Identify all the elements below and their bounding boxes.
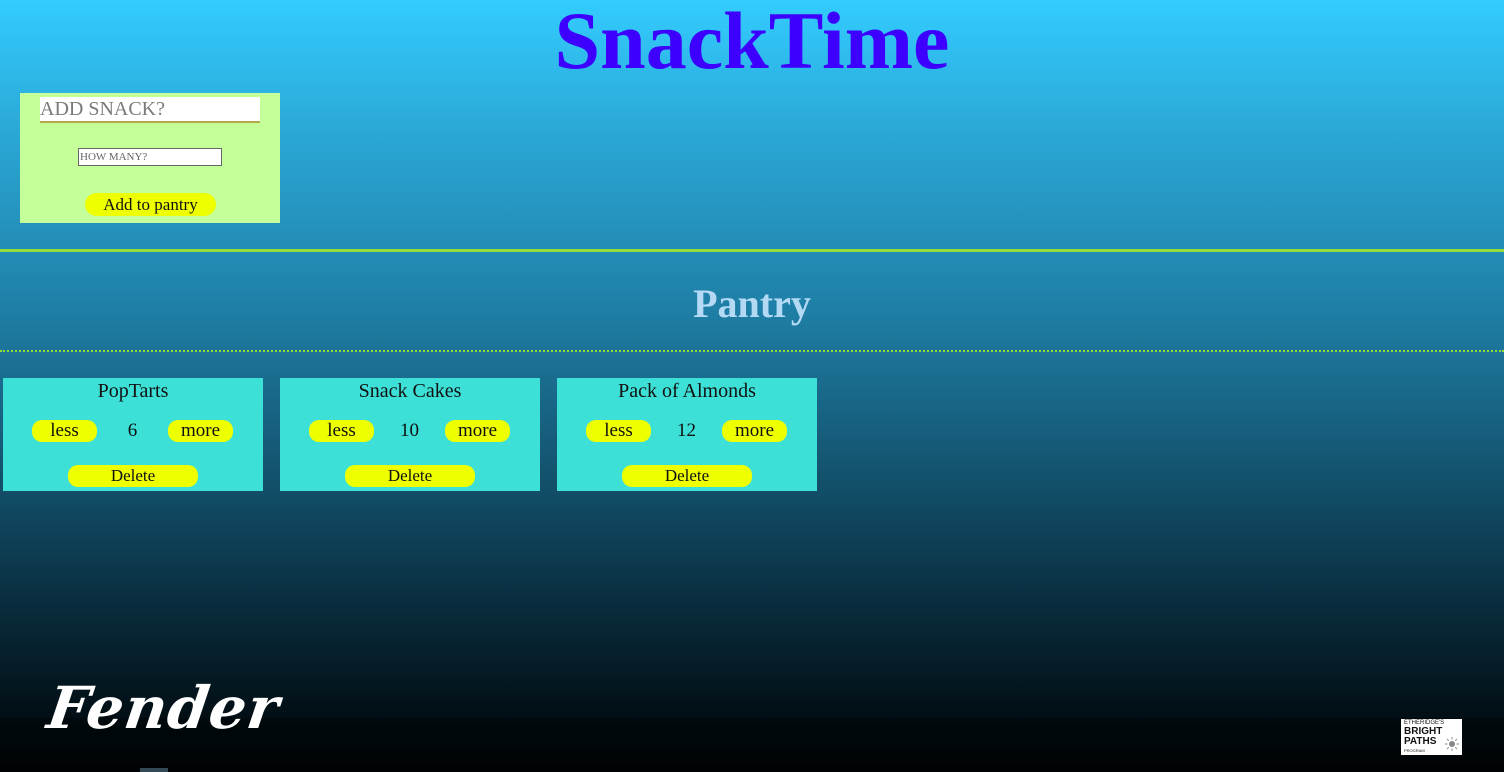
increase-button[interactable]: more bbox=[722, 420, 787, 442]
badge-bottom-text: PROGRAM bbox=[1404, 748, 1425, 753]
item-name: Snack Cakes bbox=[358, 380, 462, 402]
decrease-button[interactable]: less bbox=[32, 420, 97, 442]
section-divider bbox=[0, 249, 1504, 252]
pantry-heading: Pantry bbox=[693, 281, 811, 326]
pantry-divider bbox=[0, 350, 1504, 352]
item-count: 6 bbox=[127, 420, 138, 441]
quantity-input[interactable] bbox=[78, 148, 222, 166]
delete-button[interactable]: Delete bbox=[622, 465, 752, 487]
sun-icon bbox=[1445, 737, 1459, 751]
decrease-button[interactable]: less bbox=[309, 420, 374, 442]
delete-button[interactable]: Delete bbox=[345, 465, 475, 487]
pantry-item-card: Pack of Almonds less 12 more Delete bbox=[557, 378, 817, 491]
fender-logo[interactable]: Fender bbox=[43, 674, 284, 744]
decrease-button[interactable]: less bbox=[586, 420, 651, 442]
bright-paths-badge[interactable]: ETHERIDGE'S BRIGHT PATHS PROGRAM bbox=[1401, 719, 1462, 755]
increase-button[interactable]: more bbox=[168, 420, 233, 442]
badge-main-text: BRIGHT PATHS bbox=[1404, 726, 1443, 747]
item-count: 12 bbox=[677, 420, 696, 441]
item-name: Pack of Almonds bbox=[618, 380, 756, 402]
delete-button[interactable]: Delete bbox=[68, 465, 198, 487]
footer-divider bbox=[140, 768, 168, 772]
app-title: SnackTime bbox=[554, 0, 950, 86]
pantry-item-card: Snack Cakes less 10 more Delete bbox=[280, 378, 540, 491]
add-to-pantry-button[interactable]: Add to pantry bbox=[85, 193, 216, 216]
pantry-item-card: PopTarts less 6 more Delete bbox=[3, 378, 263, 491]
add-snack-form: Add to pantry bbox=[20, 93, 280, 223]
item-count: 10 bbox=[400, 420, 419, 441]
snack-name-input[interactable] bbox=[40, 97, 260, 123]
item-name: PopTarts bbox=[97, 380, 169, 402]
increase-button[interactable]: more bbox=[445, 420, 510, 442]
